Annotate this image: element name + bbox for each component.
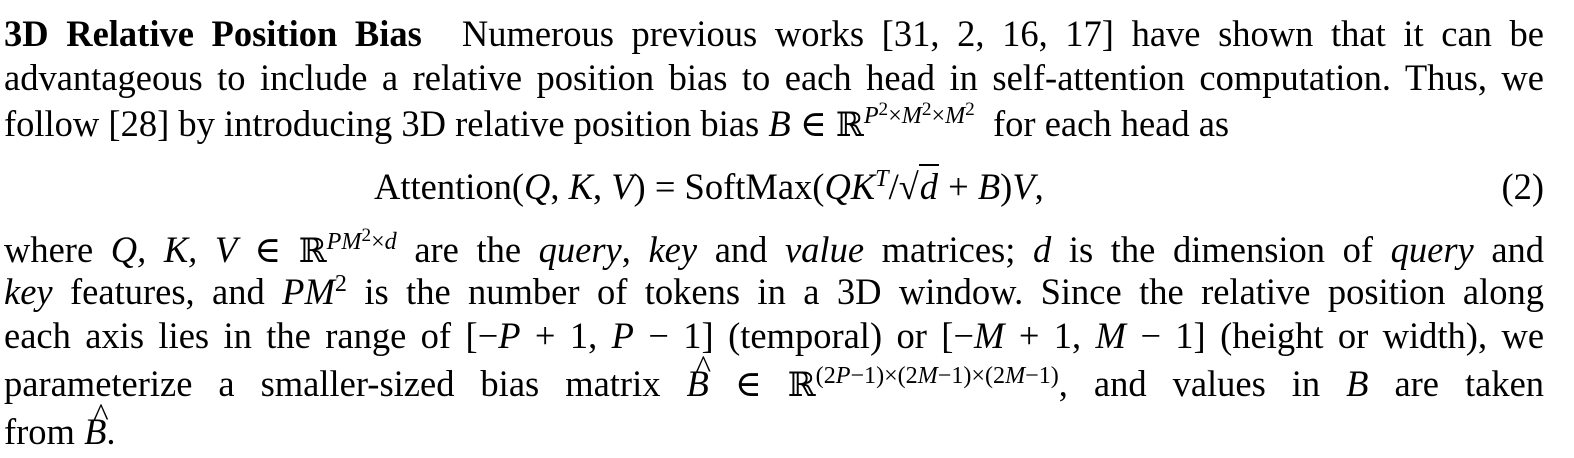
bias-formula: B ∈ ℝP2×M2×M2 [768,99,975,144]
paper-paragraph: 3D Relative Position Bias Numerous previo… [0,0,1574,458]
line-6-text-b: is the number of tokens in a 3D window. … [364,271,1545,312]
line-8-text-c: are taken [1394,363,1545,404]
line-5-text-c: matrices; [881,229,1016,270]
line-9-text-a: from [4,411,75,452]
line-3-text-b: for each head as [993,103,1230,144]
text-line-1: 3D Relative Position Bias Numerous previo… [4,12,1544,56]
text-line-2: advantageous to include a relative posit… [4,57,1544,98]
line-5-text-a: where [4,229,94,270]
equation-2: Attention(Q, K, V) = SoftMax(QKT/√d + B)… [0,164,1544,209]
text-line-9: from B. [4,394,116,454]
bhat-symbol: B [84,394,109,454]
key-term: key [648,229,698,270]
section-heading: 3D Relative Position Bias [4,13,422,54]
line-5-text-d: is the dimension of [1068,229,1374,270]
equation-attention-label: Attention [374,166,512,207]
d-symbol: d [1033,229,1052,270]
text-line-3: follow [28] by introducing 3D relative p… [4,99,1230,147]
line-7-text-b: (temporal) or [728,315,927,356]
pm2-formula: PM2 [282,270,347,312]
text-line-5: where Q, K, V ∈ ℝPM2×d are the query, ke… [4,225,1545,270]
equation-softmax-label: SoftMax [684,166,813,207]
spatial-range: [−M + 1, M − 1] [941,315,1206,356]
text-line-6: key features, and PM2 is the number of t… [4,270,1544,314]
key-term-2: key [4,271,53,312]
equation-number: (2) [1501,166,1544,207]
line-7-text-a: each axis lies in the range of [4,315,452,356]
line-6-text-a: features, and [70,271,265,312]
query-term: query [538,229,622,270]
line-1-text: Numerous previous works [31, 2, 16, 17] … [461,13,1544,54]
line-5-and-2: and [1491,229,1545,270]
b-symbol: B [1346,363,1369,404]
line-5-and: and [714,229,768,270]
bhat-formula: B ∈ ℝ(2P−1)×(2M−1)×(2M−1) [686,346,1058,404]
temporal-range: [−P + 1, P − 1] [465,315,714,356]
line-7-text-c: (height or width), we [1220,315,1545,356]
line-3-text-a: follow [28] by introducing 3D relative p… [4,103,760,144]
value-term: value [784,229,865,270]
line-8-text-b: , and values in [1058,363,1321,404]
attention-equation: Attention(Q, K, V) = SoftMax(QKT/√d + B)… [374,164,1044,207]
line-5-text-b: are the [414,229,522,270]
text-line-8: parameterize a smaller-sized bias matrix… [4,346,1545,407]
query-term-2: query [1390,229,1474,270]
qkv-formula: Q, K, V ∈ ℝPM2×d [110,225,397,270]
text-line-7: each axis lies in the range of [−P + 1, … [4,314,1544,358]
